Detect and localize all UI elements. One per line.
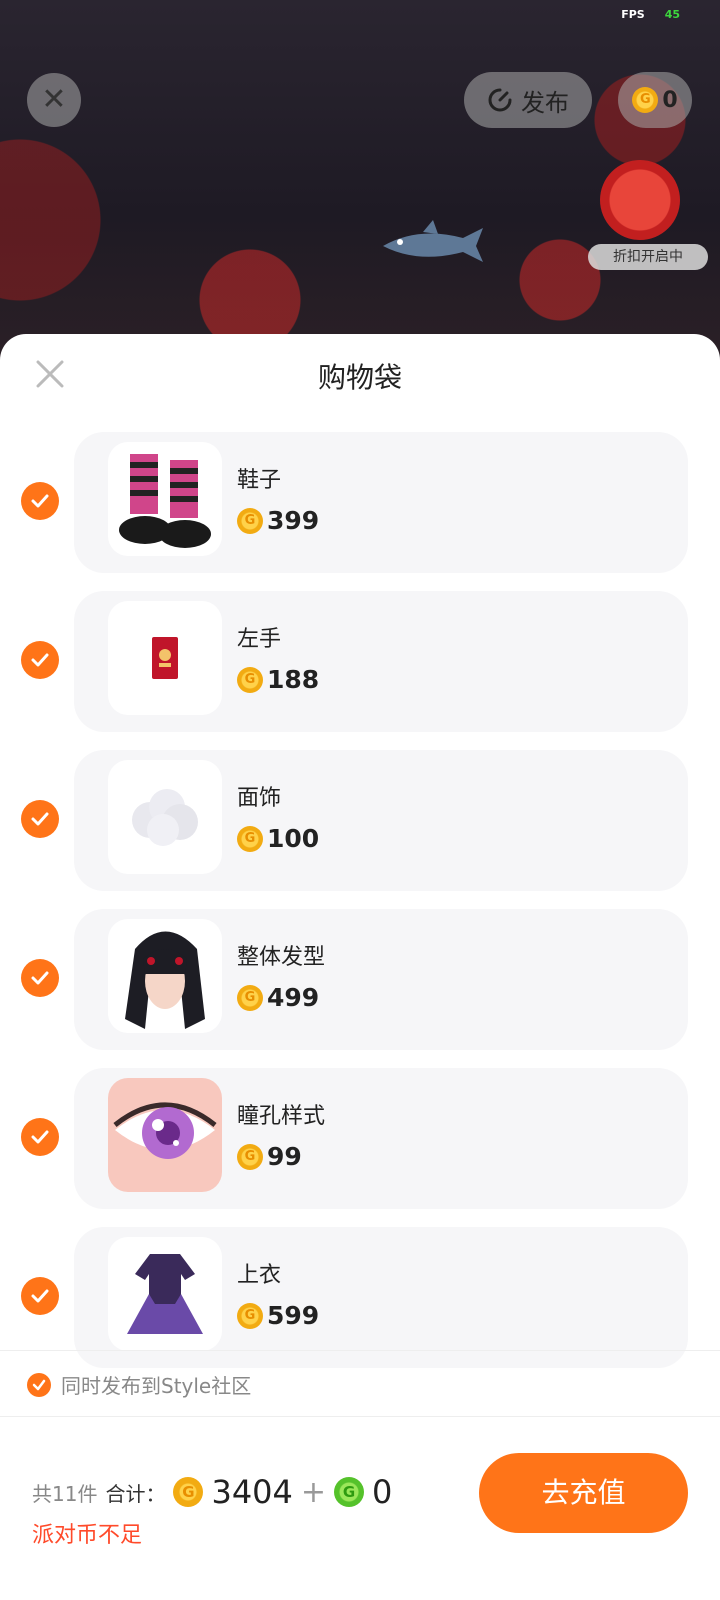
- gold-coin-icon: [237, 666, 263, 693]
- gold-coin-icon: [173, 1477, 204, 1507]
- item-checkbox[interactable]: [21, 1118, 59, 1156]
- item-name: 面饰: [237, 786, 282, 811]
- item-card[interactable]: 上衣 599: [74, 1227, 688, 1368]
- list-item: 整体发型 499: [0, 909, 720, 1068]
- checkmark-icon: [31, 971, 49, 985]
- item-count: 共11件: [32, 1481, 98, 1506]
- green-coin-icon: [334, 1477, 365, 1507]
- item-thumbnail: [108, 1237, 222, 1351]
- item-card[interactable]: 瞳孔样式 99: [74, 1068, 688, 1209]
- gold-coin-icon: [237, 1302, 263, 1329]
- item-price-value: 188: [267, 665, 320, 694]
- sheet-title: 购物袋: [317, 361, 402, 394]
- gold-coin-icon: [237, 825, 263, 852]
- checkmark-icon: [31, 1289, 49, 1303]
- item-checkbox[interactable]: [21, 800, 59, 838]
- checkmark-icon: [31, 494, 49, 508]
- item-checkbox[interactable]: [21, 1277, 59, 1315]
- item-name: 瞳孔样式: [237, 1104, 326, 1129]
- item-thumbnail: [108, 919, 222, 1033]
- insufficient-warning: 派对币不足: [32, 1523, 143, 1548]
- list-item: 左手 188: [0, 591, 720, 750]
- cloud-mask-icon: [132, 789, 198, 846]
- publish-refresh-icon: [488, 88, 512, 112]
- game-scene: FPS 45 ✕ 发布 0 折扣开启中: [0, 0, 720, 360]
- green-total: 0: [372, 1473, 393, 1511]
- fps-counter: FPS 45: [621, 8, 680, 21]
- item-checkbox[interactable]: [21, 482, 59, 520]
- sync-checkbox[interactable]: [27, 1372, 51, 1397]
- recharge-button[interactable]: 去充值: [479, 1453, 688, 1533]
- item-list: 鞋子 399 左手: [0, 432, 720, 1386]
- item-card[interactable]: 左手 188: [74, 591, 688, 732]
- coin-balance-value: 0: [662, 87, 678, 113]
- black-hair-icon: [125, 931, 205, 1029]
- boots-icon: [119, 454, 211, 548]
- item-price-value: 499: [267, 983, 320, 1012]
- discount-badge[interactable]: 折扣开启中: [588, 244, 708, 270]
- item-card[interactable]: 整体发型 499: [74, 909, 688, 1050]
- gold-coin-icon: [237, 984, 263, 1011]
- item-price: 399: [237, 506, 319, 535]
- scene-close-button[interactable]: ✕: [27, 73, 81, 127]
- item-price-value: 100: [267, 824, 320, 853]
- item-name: 左手: [237, 627, 282, 652]
- item-card[interactable]: 面饰 100: [74, 750, 688, 891]
- close-icon: ✕: [41, 82, 67, 117]
- item-price: 599: [237, 1301, 319, 1330]
- list-item: 瞳孔样式 99: [0, 1068, 720, 1227]
- sum-label: 合计：: [105, 1481, 166, 1506]
- list-item: 上衣 599: [0, 1227, 720, 1386]
- list-item: 鞋子 399: [0, 432, 720, 591]
- checkout-footer: 共11件 合计： 3404 + 0 派对币不足 去充值: [0, 1417, 720, 1600]
- shark-icon: [383, 220, 483, 262]
- item-card[interactable]: 鞋子 399: [74, 432, 688, 573]
- divider: [0, 1350, 720, 1351]
- red-envelope-icon: [152, 637, 178, 679]
- publish-label: 发布: [521, 88, 569, 117]
- shopping-bag-sheet: 购物袋 鞋子 G 399 左手 G 188 面饰 G 100 整体发型 G 49…: [0, 334, 720, 1600]
- purple-dress-icon: [127, 1254, 203, 1334]
- purple-eye-icon: [113, 1102, 217, 1159]
- fps-label: FPS: [621, 8, 645, 21]
- item-price: 188: [237, 665, 319, 694]
- item-price: 499: [237, 983, 319, 1012]
- checkmark-icon: [31, 653, 49, 667]
- item-price: 100: [237, 824, 319, 853]
- gold-coin-icon: [237, 507, 263, 534]
- fps-value: 45: [664, 8, 680, 21]
- item-name: 鞋子: [237, 468, 282, 493]
- sheet-header: 购物袋: [0, 334, 720, 424]
- total-summary: 共11件 合计： 3404 + 0: [32, 1473, 392, 1511]
- item-checkbox[interactable]: [21, 959, 59, 997]
- coin-balance[interactable]: 0: [618, 72, 692, 128]
- item-checkbox[interactable]: [21, 641, 59, 679]
- item-name: 上衣: [237, 1263, 282, 1288]
- item-thumbnail: [108, 601, 222, 715]
- checkmark-icon: [32, 1379, 46, 1390]
- gold-coin-icon: [237, 1143, 263, 1170]
- item-thumbnail: [108, 442, 222, 556]
- item-price: 99: [237, 1142, 302, 1171]
- item-price-value: 599: [267, 1301, 320, 1330]
- lucky-bag-icon[interactable]: [600, 160, 680, 240]
- list-item: 面饰 100: [0, 750, 720, 909]
- checkmark-icon: [31, 812, 49, 826]
- item-name: 整体发型: [237, 945, 326, 970]
- publish-button[interactable]: 发布: [464, 72, 592, 128]
- item-thumbnail: [108, 1078, 222, 1192]
- plus-sign: +: [300, 1474, 327, 1510]
- sync-to-community-option[interactable]: 同时发布到Style社区: [27, 1370, 251, 1399]
- item-price-value: 399: [267, 506, 320, 535]
- gold-coin-icon: [632, 87, 659, 113]
- item-price-value: 99: [267, 1142, 302, 1171]
- sync-label: 同时发布到Style社区: [61, 1374, 252, 1398]
- item-thumbnail: [108, 760, 222, 874]
- gold-total: 3404: [211, 1473, 293, 1511]
- checkmark-icon: [31, 1130, 49, 1144]
